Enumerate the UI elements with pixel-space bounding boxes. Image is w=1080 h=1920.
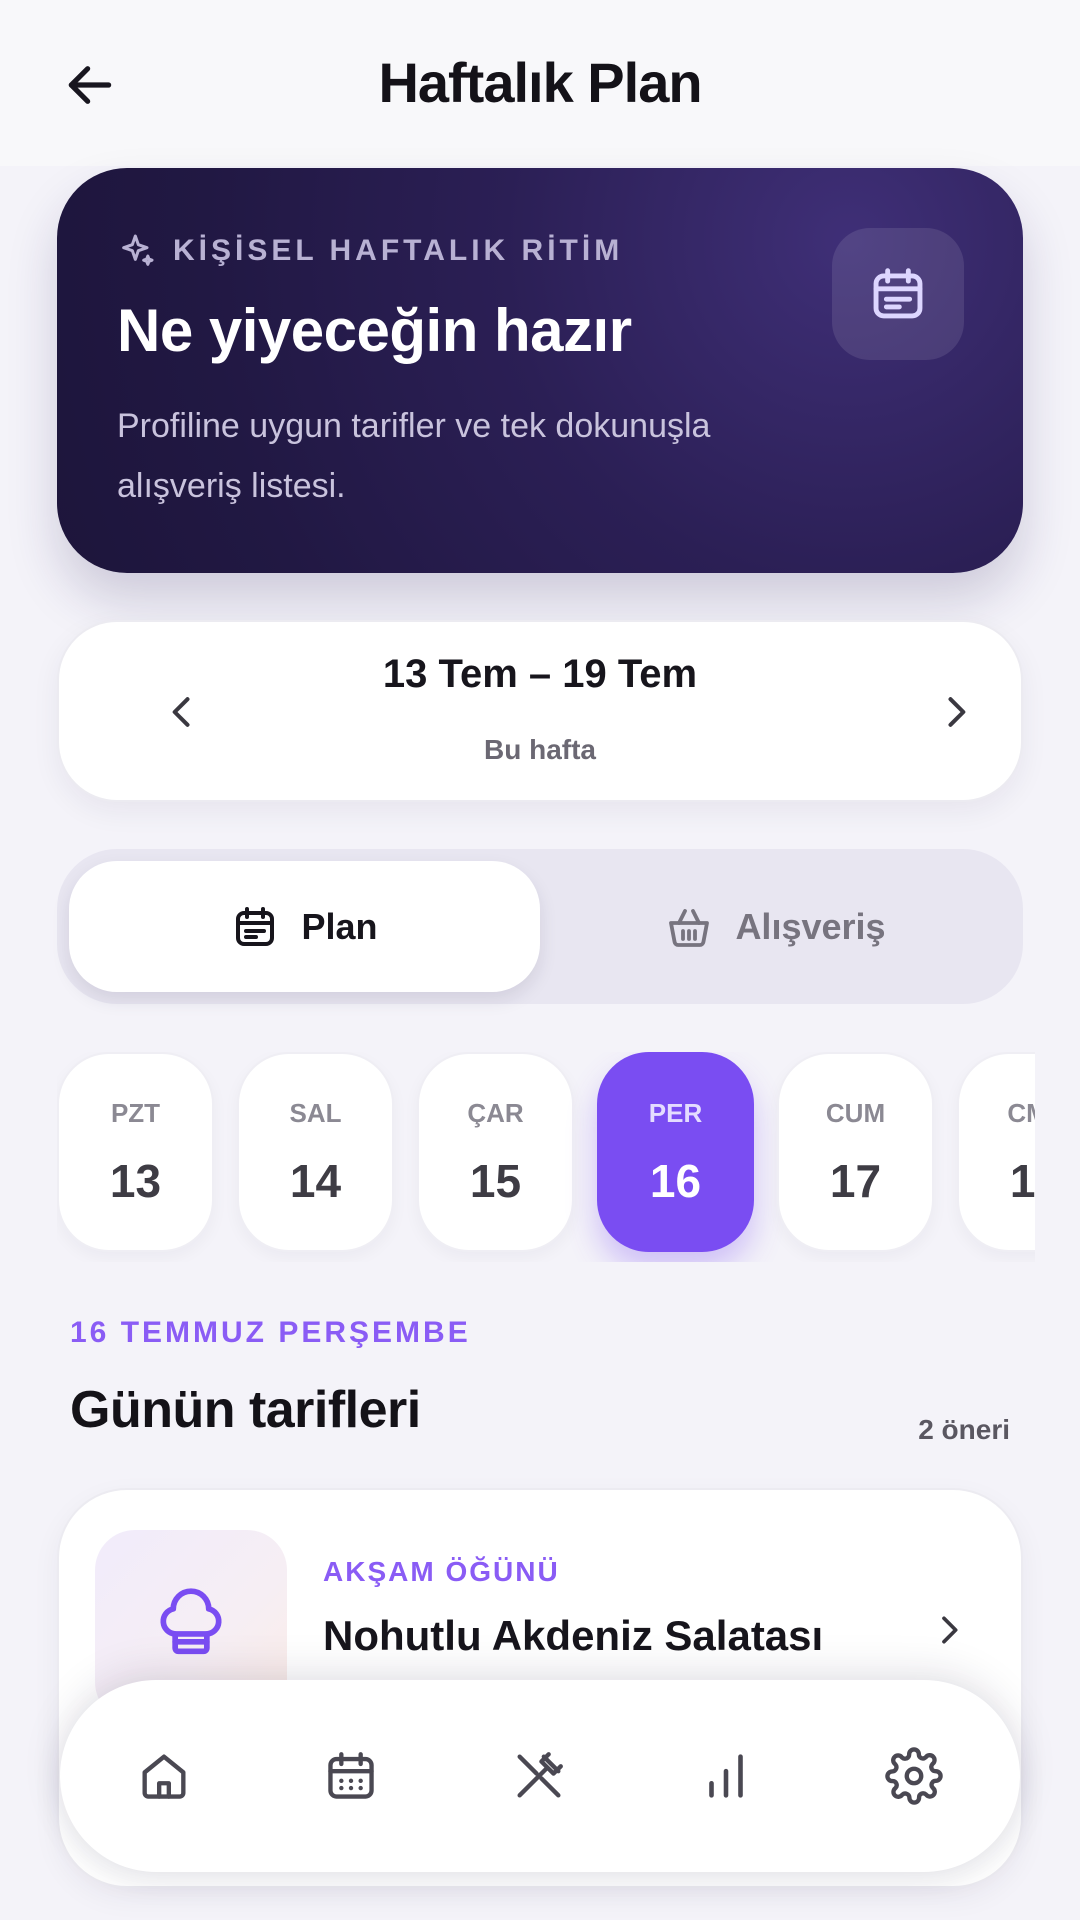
day-number: 15 bbox=[469, 1155, 522, 1207]
tab-shopping[interactable]: Alışveriş bbox=[540, 861, 1011, 992]
app-header: Haftalık Plan bbox=[0, 0, 1080, 166]
day-chip[interactable]: CMT 18 bbox=[957, 1052, 1035, 1252]
hero-title: Ne yiyeceğin hazır bbox=[117, 297, 632, 364]
suggestion-count: 2 öneri bbox=[918, 1414, 1010, 1445]
chevron-right-icon bbox=[942, 1616, 958, 1644]
plan-shopping-tabs: Plan Alışveriş bbox=[57, 849, 1023, 1004]
selected-date-label: 16 TEMMUZ PERŞEMBE bbox=[70, 1316, 471, 1349]
week-range: 13 Tem – 19 Tem bbox=[382, 652, 698, 696]
chef-hat-icon bbox=[160, 1588, 222, 1655]
tab-plan[interactable]: Plan bbox=[69, 861, 540, 992]
day-abbr: SAL bbox=[289, 1098, 342, 1128]
nav-settings[interactable] bbox=[876, 1738, 952, 1814]
hero-description: Profiline uygun tarifler ve tek dokunuşl… bbox=[117, 407, 711, 505]
day-chip[interactable]: PZT 13 bbox=[57, 1052, 214, 1252]
day-number: 17 bbox=[829, 1155, 882, 1207]
day-strip: PZT 13 SAL 14 ÇAR 15 PER 16 CUM 17 CMT 1… bbox=[57, 1052, 1035, 1262]
day-abbr: PZT bbox=[110, 1098, 161, 1128]
day-number: 13 bbox=[109, 1155, 162, 1207]
day-abbr: ÇAR bbox=[467, 1098, 524, 1128]
recipe-open-button[interactable] bbox=[921, 1602, 977, 1658]
cutlery-icon bbox=[517, 1752, 563, 1798]
day-number: 18 bbox=[1009, 1155, 1035, 1207]
nav-stats[interactable] bbox=[688, 1738, 764, 1814]
day-chip[interactable]: ÇAR 15 bbox=[417, 1052, 574, 1252]
calendar-icon bbox=[236, 906, 275, 946]
recipe-name: Nohutlu Akdeniz Salatası bbox=[323, 1612, 824, 1659]
home-icon bbox=[142, 1754, 186, 1799]
calendar-icon bbox=[328, 1752, 374, 1799]
week-subtitle: Bu hafta bbox=[484, 734, 596, 765]
bottom-navigation bbox=[60, 1680, 1020, 1872]
hero-eyebrow: KİŞİSEL HAFTALIK RİTİM bbox=[117, 231, 623, 271]
weekly-plan-screen: Haftalık Plan KİŞİSEL HAFTALIK RİTİM Ne … bbox=[0, 0, 1080, 1920]
hero-calendar-button[interactable] bbox=[832, 228, 964, 360]
chevron-right-icon bbox=[948, 697, 966, 727]
basket-icon bbox=[669, 908, 710, 947]
page-title: Haftalık Plan bbox=[378, 51, 702, 114]
recipe-meal-type: AKŞAM ÖĞÜNÜ bbox=[323, 1556, 560, 1587]
nav-home[interactable] bbox=[126, 1738, 202, 1814]
hero-eyebrow-text: KİŞİSEL HAFTALIK RİTİM bbox=[173, 234, 624, 267]
stats-icon bbox=[709, 1754, 743, 1798]
tab-plan-label: Plan bbox=[301, 905, 378, 947]
day-abbr: CMT bbox=[1007, 1098, 1035, 1128]
sparkle-icon bbox=[122, 234, 154, 266]
calendar-icon bbox=[873, 268, 923, 319]
day-abbr: CUM bbox=[825, 1098, 886, 1128]
nav-recipes[interactable] bbox=[501, 1738, 577, 1814]
day-chip[interactable]: SAL 14 bbox=[237, 1052, 394, 1252]
settings-icon bbox=[885, 1747, 943, 1805]
day-chip[interactable]: PER 16 bbox=[597, 1052, 754, 1252]
day-number: 16 bbox=[649, 1155, 702, 1207]
week-selector: 13 Tem – 19 Tem Bu hafta bbox=[57, 620, 1023, 802]
nav-calendar[interactable] bbox=[313, 1738, 389, 1814]
next-week-button[interactable] bbox=[921, 677, 991, 747]
tab-shopping-label: Alışveriş bbox=[735, 905, 886, 947]
day-number: 14 bbox=[289, 1155, 342, 1207]
day-abbr: PER bbox=[648, 1098, 703, 1128]
hero-card: KİŞİSEL HAFTALIK RİTİM Ne yiyeceğin hazı… bbox=[57, 168, 1023, 573]
day-chip[interactable]: CUM 17 bbox=[777, 1052, 934, 1252]
section-title: Günün tarifleri bbox=[70, 1381, 421, 1439]
